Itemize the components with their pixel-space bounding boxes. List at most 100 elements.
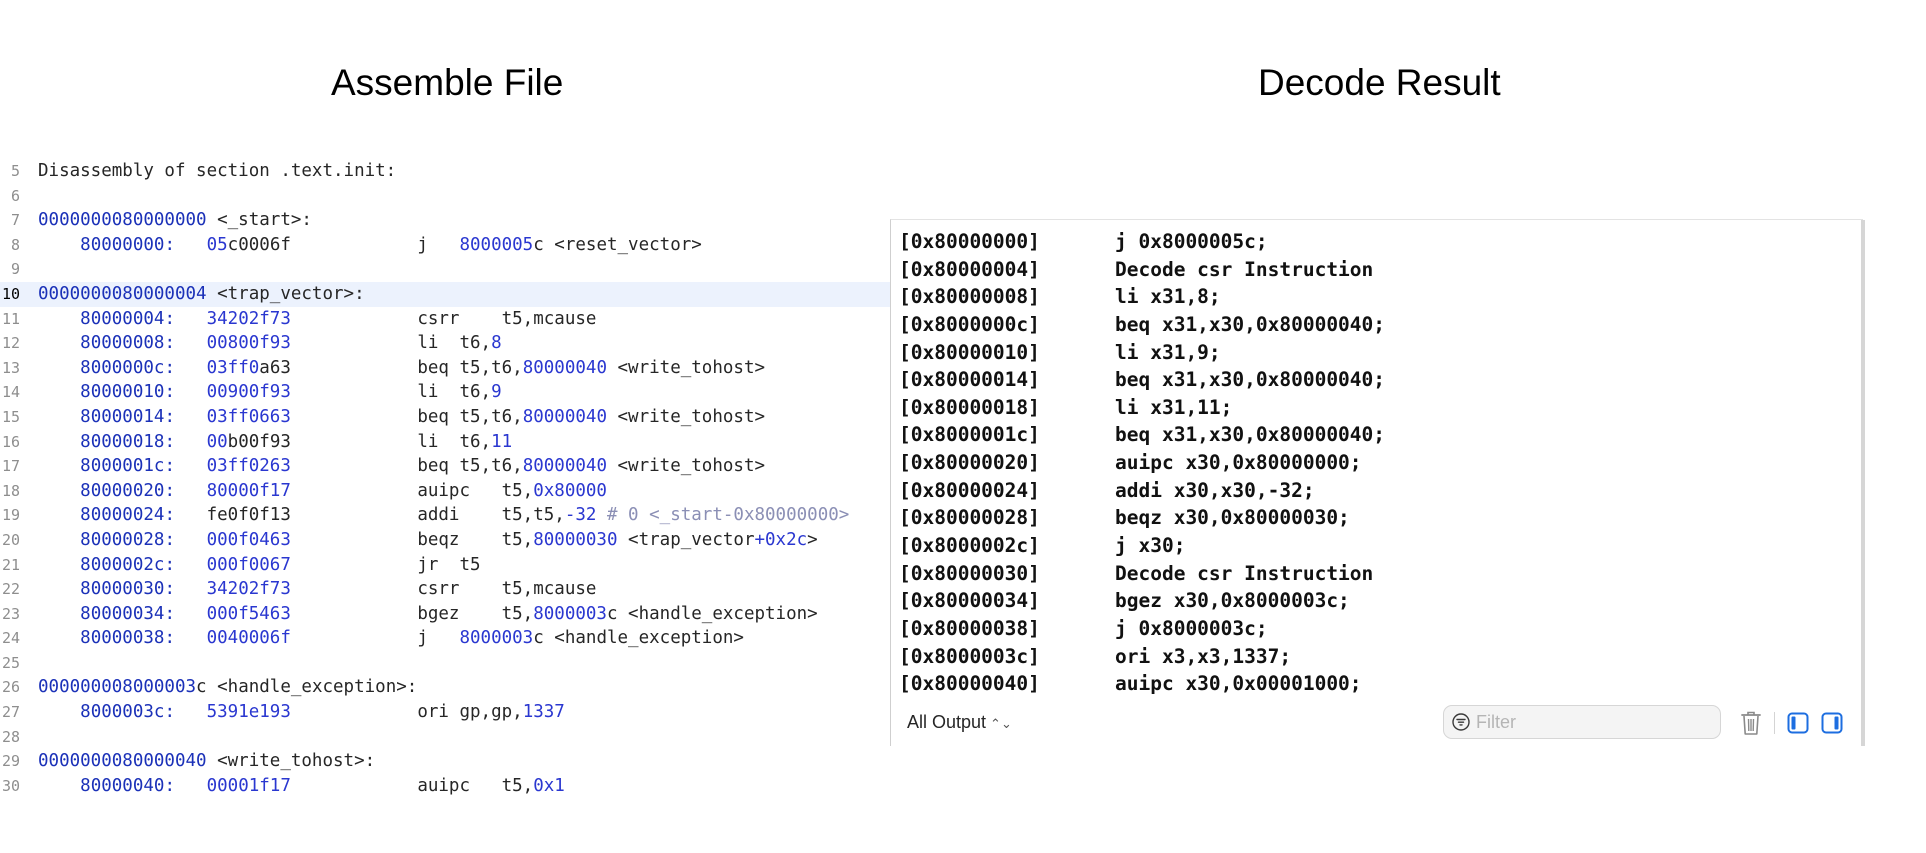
code-token: 80000014:: [80, 406, 175, 427]
line-number: 10: [1, 284, 20, 303]
line-number: 20: [1, 530, 20, 549]
filter-input[interactable]: [1476, 710, 1706, 734]
output-address: [0x80000028]: [899, 506, 1040, 530]
code-line[interactable]: 14 80000010: 00900f93 li t6,9: [0, 380, 890, 405]
trash-icon[interactable]: [1740, 710, 1762, 736]
code-line[interactable]: 6: [0, 184, 890, 209]
code-token: 80000008:: [80, 333, 175, 354]
code-token: 03ff0663: [206, 406, 291, 427]
code-line[interactable]: 28: [0, 725, 890, 750]
code-token: beqz t5,: [290, 529, 534, 550]
output-scrollbar[interactable]: [1861, 220, 1865, 746]
code-line[interactable]: 26 000000008000003c <handle_exception>:: [0, 675, 890, 700]
code-token: <write_tohost>: [606, 456, 766, 477]
decode-output-console[interactable]: [0x80000000] j 0x8000005c; [0x80000004] Dec…: [890, 219, 1865, 746]
code-line[interactable]: 15 80000014: 03ff0663 beq t5,t6,80000040…: [0, 405, 890, 430]
line-number: 6: [10, 186, 20, 205]
output-address: [0x80000018]: [899, 395, 1040, 419]
output-address: [0x80000034]: [899, 589, 1040, 613]
code-line[interactable]: 17 8000001c: 03ff0263 beq t5,t6,80000040…: [0, 454, 890, 479]
code-token: 000f0067: [206, 554, 291, 575]
line-number: 29: [1, 752, 20, 771]
code-line-current[interactable]: 10 0000000080000004 <trap_vector>:: [0, 281, 890, 307]
line-number: 21: [1, 555, 20, 574]
output-address: [0x80000000]: [899, 230, 1040, 253]
code-token: 80000040: [522, 357, 607, 378]
output-instruction: j 0x8000003c;: [1115, 616, 1268, 640]
code-token: 80000034:: [80, 603, 175, 624]
code-line[interactable]: 20 80000028: 000f0463 beqz t5,80000030 <…: [0, 528, 890, 553]
code-token: 80000018:: [80, 431, 175, 452]
code-line[interactable]: 16 80000018: 00b00f93 li t6,11: [0, 430, 890, 455]
line-number: 26: [1, 678, 20, 697]
code-line[interactable]: 29 0000000080000040 <write_tohost>:: [0, 749, 890, 774]
output-instruction: beq x31,x30,0x80000040;: [1115, 423, 1386, 447]
output-instruction: li x31,8;: [1115, 285, 1221, 309]
code-token: ori gp,gp,: [290, 702, 523, 723]
line-number: 16: [1, 432, 20, 451]
code-line[interactable]: 23 80000034: 000f5463 bgez t5,8000003c <…: [0, 602, 890, 627]
output-mode-selector[interactable]: All Output ⌃⌄: [907, 712, 1012, 733]
code-token: +0x2c: [754, 529, 808, 550]
line-number: 15: [1, 407, 20, 426]
code-token: jr t5: [290, 554, 481, 575]
code-line[interactable]: 5 Disassembly of section .text.init:: [0, 159, 890, 184]
output-address: [0x8000002c]: [899, 534, 1040, 558]
code-line[interactable]: 22 80000030: 34202f73 csrr t5,mcause: [0, 577, 890, 602]
line-number: 9: [10, 260, 20, 279]
code-line[interactable]: 13 8000000c: 03ff0a63 beq t5,t6,80000040…: [0, 356, 890, 381]
code-line[interactable]: 18 80000020: 80000f17 auipc t5,0x80000: [0, 479, 890, 504]
toolbar-divider: [1774, 712, 1775, 734]
output-toolbar: All Output ⌃⌄: [891, 700, 1863, 746]
output-instruction: addi x30,x30,-32;: [1115, 478, 1315, 502]
code-token: c0006f: [227, 234, 291, 255]
code-token: <_start>:: [206, 210, 312, 231]
sidebar-left-icon[interactable]: [1787, 712, 1809, 734]
code-line[interactable]: 19 80000024: fe0f0f13 addi t5,t5,-32 # 0…: [0, 503, 890, 528]
code-line[interactable]: 11 80000004: 34202f73 csrr t5,mcause: [0, 307, 890, 332]
code-token: <write_tohost>:: [206, 751, 376, 772]
code-line[interactable]: 30 80000040: 00001f17 auipc t5,0x1: [0, 774, 890, 799]
code-token: 80000f17: [206, 480, 291, 501]
code-text: 000000008000003c <handle_exception>:: [38, 675, 417, 700]
code-token: 80000010:: [80, 382, 175, 403]
code-line[interactable]: 21 8000002c: 000f0067 jr t5: [0, 553, 890, 578]
code-text: 80000030: 34202f73 csrr t5,mcause: [38, 577, 596, 602]
code-token: 03ff0263: [206, 456, 291, 477]
code-line[interactable]: 7 0000000080000000 <_start>:: [0, 208, 890, 233]
line-number: 27: [1, 703, 20, 722]
code-line[interactable]: 8 80000000: 05c0006f j 8000005c <reset_v…: [0, 233, 890, 258]
code-token: <write_tohost>: [606, 406, 766, 427]
code-token: 11: [491, 431, 513, 452]
code-line[interactable]: 25: [0, 651, 890, 676]
sidebar-right-icon[interactable]: [1821, 712, 1843, 734]
code-token: 80000028:: [80, 529, 175, 550]
code-token: li t6,: [290, 382, 492, 403]
assembly-code-editor[interactable]: 5 Disassembly of section .text.init: 6 7 000…: [0, 159, 890, 798]
code-line[interactable]: 24 80000038: 0040006f j 8000003c <handle…: [0, 626, 890, 651]
code-text: 80000004: 34202f73 csrr t5,mcause: [38, 307, 596, 332]
code-text: 8000003c: 5391e193 ori gp,gp,1337: [38, 700, 565, 725]
code-token: csrr t5,mcause: [290, 579, 597, 600]
output-instruction: ori x3,x3,1337;: [1115, 644, 1292, 668]
code-line[interactable]: 9: [0, 257, 890, 282]
output-mode-label: All Output: [907, 712, 987, 732]
code-line[interactable]: 12 80000008: 00800f93 li t6,8: [0, 331, 890, 356]
line-number: 17: [1, 457, 20, 476]
code-line[interactable]: 27 8000003c: 5391e193 ori gp,gp,1337: [0, 700, 890, 725]
filter-field[interactable]: [1443, 705, 1721, 739]
code-token: b00f93: [227, 431, 291, 452]
output-address: [0x8000000c]: [899, 312, 1040, 336]
code-token: 00: [206, 431, 228, 452]
code-token: 05: [206, 234, 228, 255]
code-token: 0040006f: [206, 628, 291, 649]
code-text: 80000024: fe0f0f13 addi t5,t5,-32 # 0 <_…: [38, 503, 849, 528]
